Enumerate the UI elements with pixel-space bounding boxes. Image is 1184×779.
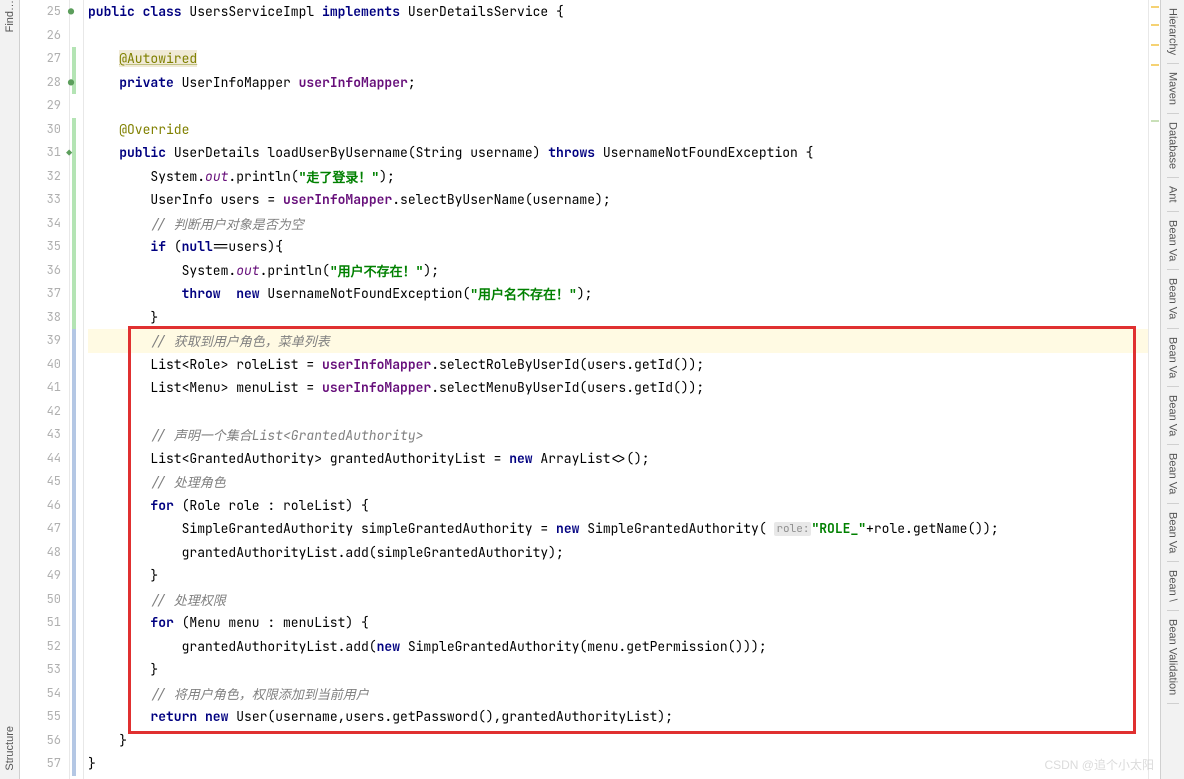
line-number[interactable]: 33 bbox=[20, 188, 61, 212]
right-tool-tab[interactable]: Bean Va bbox=[1167, 387, 1179, 445]
line-number[interactable]: 40 bbox=[20, 353, 61, 377]
line-number[interactable]: 53 bbox=[20, 658, 61, 682]
line-number-gutter[interactable]: 25●262728●293031⬥32333435363738394041424… bbox=[20, 0, 70, 779]
code-line[interactable]: List<Menu> menuList = userInfoMapper.sel… bbox=[88, 376, 1148, 400]
line-number[interactable]: 55 bbox=[20, 705, 61, 729]
code-line[interactable]: } bbox=[88, 564, 1148, 588]
line-number[interactable]: 56 bbox=[20, 729, 61, 753]
line-number[interactable]: 29 bbox=[20, 94, 61, 118]
line-number[interactable]: 48 bbox=[20, 541, 61, 565]
line-number[interactable]: 43 bbox=[20, 423, 61, 447]
code-line[interactable]: List<Role> roleList = userInfoMapper.sel… bbox=[88, 353, 1148, 377]
code-line[interactable]: private UserInfoMapper userInfoMapper; bbox=[88, 71, 1148, 95]
line-number[interactable]: 57 bbox=[20, 752, 61, 776]
line-number[interactable]: 46 bbox=[20, 494, 61, 518]
line-number[interactable]: 39 bbox=[20, 329, 61, 353]
right-tool-tab[interactable]: Maven bbox=[1167, 64, 1179, 114]
code-line[interactable]: for (Menu menu : menuList) { bbox=[88, 611, 1148, 635]
line-number[interactable]: 52 bbox=[20, 635, 61, 659]
code-line[interactable]: // 获取到用户角色，菜单列表 bbox=[88, 329, 1148, 353]
line-number[interactable]: 25● bbox=[20, 0, 61, 24]
left-tool-strip[interactable]: Find… Structure bbox=[0, 0, 20, 779]
line-number[interactable]: 54 bbox=[20, 682, 61, 706]
line-number[interactable]: 37 bbox=[20, 282, 61, 306]
code-line[interactable]: System.out.println("走了登录！"); bbox=[88, 165, 1148, 189]
code-line[interactable]: } bbox=[88, 306, 1148, 330]
code-line[interactable]: public UserDetails loadUserByUsername(St… bbox=[88, 141, 1148, 165]
right-tool-tab[interactable]: Bean Va bbox=[1167, 329, 1179, 387]
code-line[interactable]: System.out.println("用户不存在！"); bbox=[88, 259, 1148, 283]
line-number[interactable]: 30 bbox=[20, 118, 61, 142]
code-line[interactable] bbox=[88, 400, 1148, 424]
code-line[interactable]: } bbox=[88, 658, 1148, 682]
error-stripe[interactable] bbox=[1148, 0, 1160, 779]
line-number[interactable]: 36 bbox=[20, 259, 61, 283]
line-number[interactable]: 34 bbox=[20, 212, 61, 236]
right-tool-tab[interactable]: Ant bbox=[1167, 178, 1179, 212]
line-number[interactable]: 35 bbox=[20, 235, 61, 259]
right-tool-tab[interactable]: Database bbox=[1167, 114, 1179, 178]
code-line[interactable]: } bbox=[88, 729, 1148, 753]
gutter-icon[interactable]: ● bbox=[68, 0, 74, 24]
change-marker-margin bbox=[70, 0, 84, 779]
line-number[interactable]: 44 bbox=[20, 447, 61, 471]
code-line[interactable] bbox=[88, 94, 1148, 118]
right-tool-tab[interactable]: Bean Validation bbox=[1167, 611, 1179, 704]
code-line[interactable]: public class UsersServiceImpl implements… bbox=[88, 0, 1148, 24]
line-number[interactable]: 26 bbox=[20, 24, 61, 48]
left-tab-find[interactable]: Find… bbox=[4, 0, 16, 32]
code-line[interactable]: for (Role role : roleList) { bbox=[88, 494, 1148, 518]
line-number[interactable]: 28● bbox=[20, 71, 61, 95]
code-line[interactable]: // 判断用户对象是否为空 bbox=[88, 212, 1148, 236]
line-number[interactable]: 41 bbox=[20, 376, 61, 400]
right-tool-tab[interactable]: Hierarchy bbox=[1167, 0, 1179, 64]
code-line[interactable]: @Override bbox=[88, 118, 1148, 142]
line-number[interactable]: 49 bbox=[20, 564, 61, 588]
code-line[interactable]: // 处理权限 bbox=[88, 588, 1148, 612]
code-line[interactable] bbox=[88, 24, 1148, 48]
code-line[interactable]: throw new UsernameNotFoundException("用户名… bbox=[88, 282, 1148, 306]
right-tool-tab[interactable]: Bean Va bbox=[1167, 445, 1179, 503]
right-tool-strip[interactable]: HierarchyMavenDatabaseAntBean VaBean VaB… bbox=[1160, 0, 1184, 779]
line-number[interactable]: 51 bbox=[20, 611, 61, 635]
code-line[interactable]: // 处理角色 bbox=[88, 470, 1148, 494]
line-number[interactable]: 27 bbox=[20, 47, 61, 71]
code-line[interactable]: return new User(username,users.getPasswo… bbox=[88, 705, 1148, 729]
code-line[interactable]: if (null==users){ bbox=[88, 235, 1148, 259]
line-number[interactable]: 31⬥ bbox=[20, 141, 61, 165]
right-tool-tab[interactable]: Bean \ bbox=[1167, 562, 1179, 611]
code-line[interactable]: grantedAuthorityList.add(simpleGrantedAu… bbox=[88, 541, 1148, 565]
code-line[interactable]: grantedAuthorityList.add(new SimpleGrant… bbox=[88, 635, 1148, 659]
code-line[interactable]: UserInfo users = userInfoMapper.selectBy… bbox=[88, 188, 1148, 212]
gutter-icon[interactable]: ⬥ bbox=[66, 141, 72, 165]
right-tool-tab[interactable]: Bean Va bbox=[1167, 504, 1179, 562]
line-number[interactable]: 50 bbox=[20, 588, 61, 612]
code-editor[interactable]: public class UsersServiceImpl implements… bbox=[84, 0, 1148, 779]
line-number[interactable]: 32 bbox=[20, 165, 61, 189]
line-number[interactable]: 45 bbox=[20, 470, 61, 494]
code-line[interactable]: @Autowired bbox=[88, 47, 1148, 71]
code-line[interactable]: // 声明一个集合List<GrantedAuthority> bbox=[88, 423, 1148, 447]
code-line[interactable]: // 将用户角色，权限添加到当前用户 bbox=[88, 682, 1148, 706]
line-number[interactable]: 38 bbox=[20, 306, 61, 330]
right-tool-tab[interactable]: Bean Va bbox=[1167, 270, 1179, 328]
left-tab-structure[interactable]: Structure bbox=[4, 726, 16, 771]
gutter-icon[interactable]: ● bbox=[68, 71, 74, 95]
right-tool-tab[interactable]: Bean Va bbox=[1167, 212, 1179, 270]
line-number[interactable]: 47 bbox=[20, 517, 61, 541]
line-number[interactable]: 42 bbox=[20, 400, 61, 424]
code-line[interactable]: List<GrantedAuthority> grantedAuthorityL… bbox=[88, 447, 1148, 471]
watermark: CSDN @追个小太阳 bbox=[1044, 756, 1154, 773]
code-line[interactable]: } bbox=[88, 752, 1148, 776]
code-line[interactable]: SimpleGrantedAuthority simpleGrantedAuth… bbox=[88, 517, 1148, 541]
